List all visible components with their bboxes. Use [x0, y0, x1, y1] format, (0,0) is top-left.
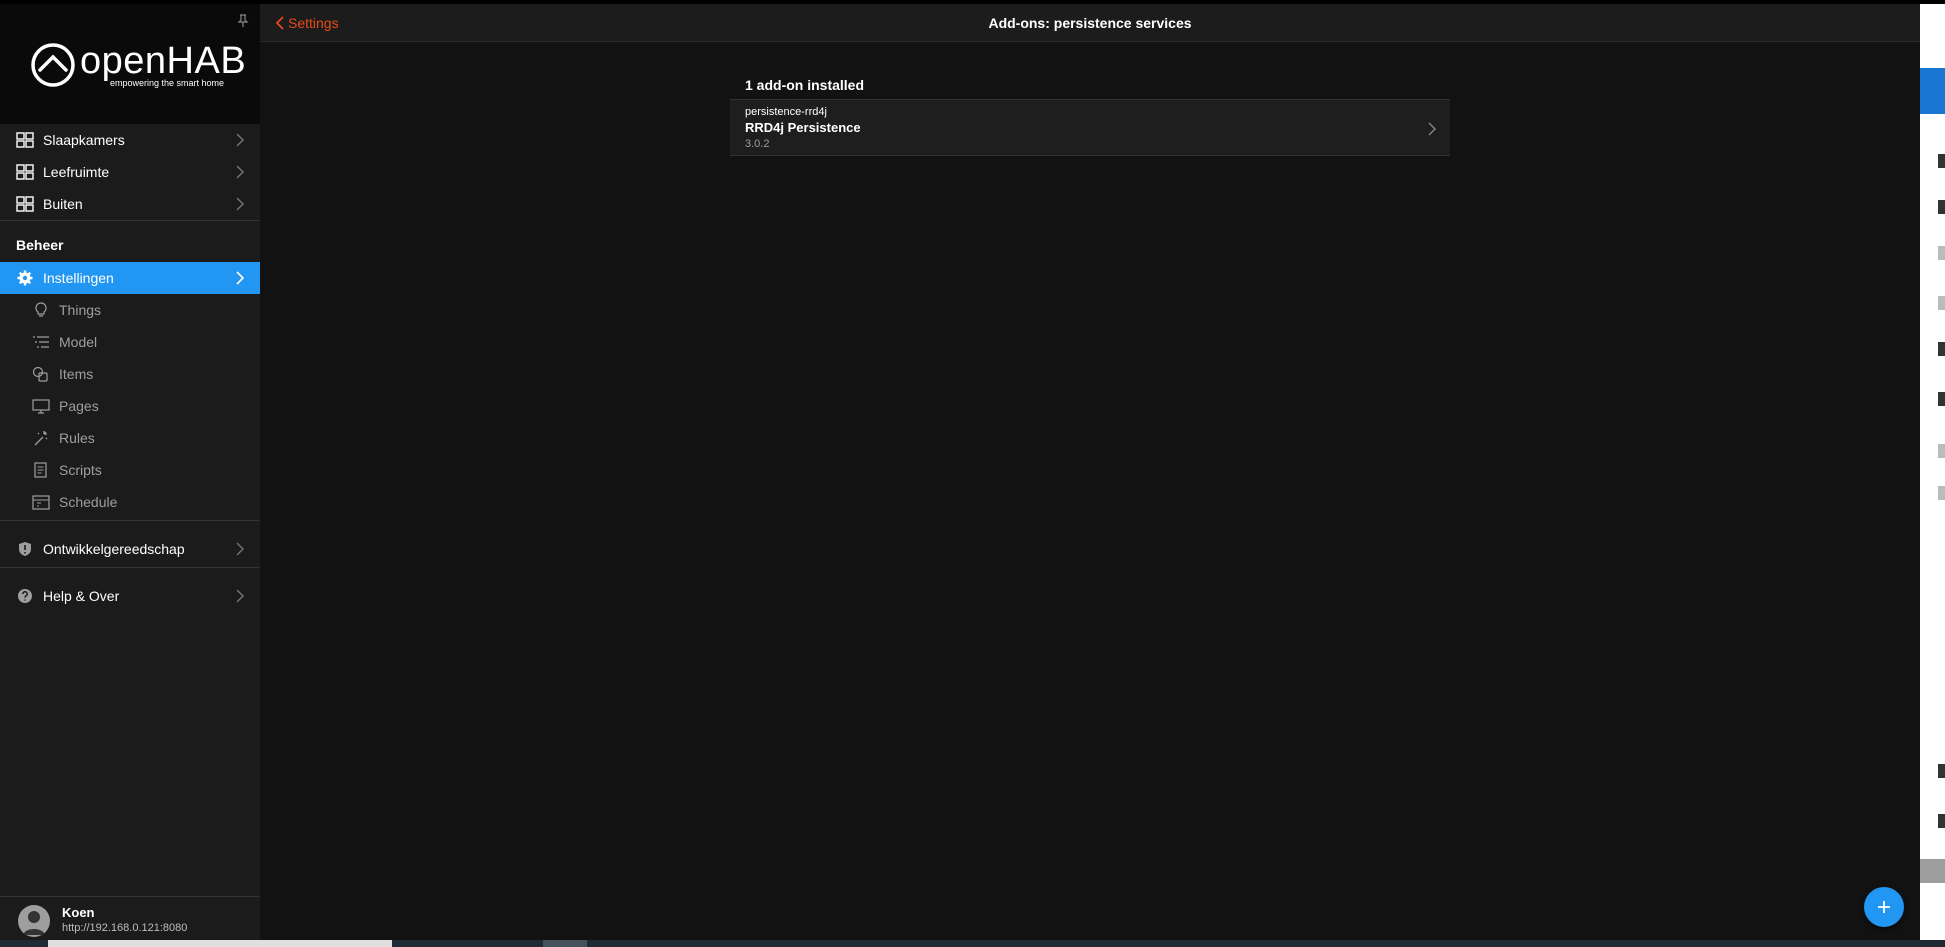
section-title-beheer: Beheer: [16, 237, 64, 253]
right-panel-icon: [1938, 246, 1945, 260]
addon-name: RRD4j Persistence: [745, 120, 861, 135]
add-button[interactable]: [1864, 887, 1904, 927]
sidebar-item-label: Help & Over: [43, 588, 120, 604]
avatar: [18, 905, 50, 937]
addon-id: persistence-rrd4j: [745, 106, 827, 118]
grid-icon: [16, 196, 34, 212]
chevron-right-icon: [236, 589, 244, 603]
logo-area: openHAB empowering the smart home: [0, 4, 260, 124]
items-icon: [32, 366, 48, 382]
sidebar-item-rules[interactable]: Rules: [0, 422, 260, 454]
sidebar-divider: [0, 220, 260, 221]
chevron-right-icon: [236, 165, 244, 179]
page-title: Add-ons: persistence services: [988, 15, 1192, 31]
sidebar-item-things[interactable]: Things: [0, 294, 260, 326]
sidebar-item-schedule[interactable]: Schedule: [0, 486, 260, 518]
sidebar-item-label: Scripts: [59, 462, 102, 478]
sidebar-divider: [0, 567, 260, 568]
chevron-right-icon: [1428, 122, 1436, 136]
sidebar-item-label: Items: [59, 366, 94, 382]
sidebar-item-label: Buiten: [43, 196, 83, 212]
right-panel-icon: [1938, 154, 1945, 168]
chevron-right-icon: [236, 271, 244, 285]
sidebar-item-slaapkamers[interactable]: Slaapkamers: [0, 124, 260, 156]
openhab-logo-icon: [31, 43, 75, 87]
right-panel-icon: [1938, 392, 1945, 406]
addon-version: 3.0.2: [745, 138, 770, 150]
right-panel-header: [1920, 68, 1945, 114]
document-icon: [34, 462, 47, 478]
navbar: Settings Add-ons: persistence services: [260, 4, 1920, 42]
lightbulb-icon: [35, 302, 47, 317]
logo-text: openHAB: [80, 40, 247, 82]
installed-count-title: 1 add-on installed: [745, 77, 865, 93]
sidebar-divider: [0, 520, 260, 521]
chevron-right-icon: [236, 542, 244, 556]
user-profile[interactable]: Koen http://192.168.0.121:8080: [0, 896, 260, 940]
openhab-logo[interactable]: openHAB empowering the smart home: [30, 38, 246, 90]
sidebar-item-scripts[interactable]: Scripts: [0, 454, 260, 486]
logo-tagline: empowering the smart home: [110, 78, 225, 88]
right-panel-icon: [1938, 814, 1945, 828]
right-panel-icon: [1938, 296, 1945, 310]
plus-icon: [1878, 901, 1890, 913]
sidebar-item-label: Ontwikkelgereedschap: [43, 541, 185, 557]
help-icon: [18, 589, 32, 603]
sidebar-item-label: Model: [59, 334, 98, 350]
right-panel-icon: [1938, 444, 1945, 458]
list-tree-icon: [33, 336, 49, 348]
addon-list-item[interactable]: persistence-rrd4j RRD4j Persistence 3.0.…: [730, 99, 1450, 156]
sidebar-item-model[interactable]: Model: [0, 326, 260, 358]
monitor-icon: [32, 399, 50, 414]
right-panel-icon: [1938, 486, 1945, 500]
sidebar-item-pages[interactable]: Pages: [0, 390, 260, 422]
sidebar-item-help[interactable]: Help & Over: [0, 580, 260, 612]
chevron-right-icon: [236, 133, 244, 147]
calendar-icon: [32, 495, 50, 510]
main-content: Settings Add-ons: persistence services 1…: [260, 4, 1920, 940]
sidebar-item-label: Pages: [59, 398, 99, 414]
right-panel-icon: [1938, 200, 1945, 214]
pin-icon[interactable]: [236, 14, 250, 28]
sidebar-item-label: Things: [59, 302, 102, 318]
taskbar-item[interactable]: [48, 940, 392, 947]
right-panel-icon: [1938, 764, 1945, 778]
taskbar: [0, 940, 1945, 947]
shield-icon: [19, 542, 31, 556]
sidebar-item-label: Leefruimte: [43, 164, 110, 180]
grid-icon: [16, 132, 34, 148]
sidebar-item-buiten[interactable]: Buiten: [0, 188, 260, 220]
sidebar-item-leefruimte[interactable]: Leefruimte: [0, 156, 260, 188]
right-panel-icon: [1938, 342, 1945, 356]
chevron-right-icon: [236, 197, 244, 211]
sidebar-item-instellingen[interactable]: Instellingen: [0, 262, 260, 294]
sidebar-item-label: Rules: [59, 430, 95, 446]
wand-icon: [34, 431, 48, 446]
user-name: Koen: [62, 905, 95, 920]
taskbar-item[interactable]: [543, 940, 587, 947]
user-icon: [23, 911, 45, 935]
gear-icon: [17, 270, 33, 286]
sidebar-item-label: Schedule: [59, 494, 118, 510]
right-panel-scrollbar[interactable]: [1920, 859, 1945, 883]
sidebar-item-label: Instellingen: [43, 270, 114, 286]
sidebar-item-items[interactable]: Items: [0, 358, 260, 390]
sidebar: openHAB empowering the smart home Slaapk…: [0, 4, 260, 940]
sidebar-item-label: Slaapkamers: [43, 132, 125, 148]
server-url: http://192.168.0.121:8080: [62, 922, 188, 934]
grid-icon: [16, 164, 34, 180]
sidebar-item-ontwikkelgereedschap[interactable]: Ontwikkelgereedschap: [0, 533, 260, 565]
right-panel-edge: [1920, 4, 1945, 940]
